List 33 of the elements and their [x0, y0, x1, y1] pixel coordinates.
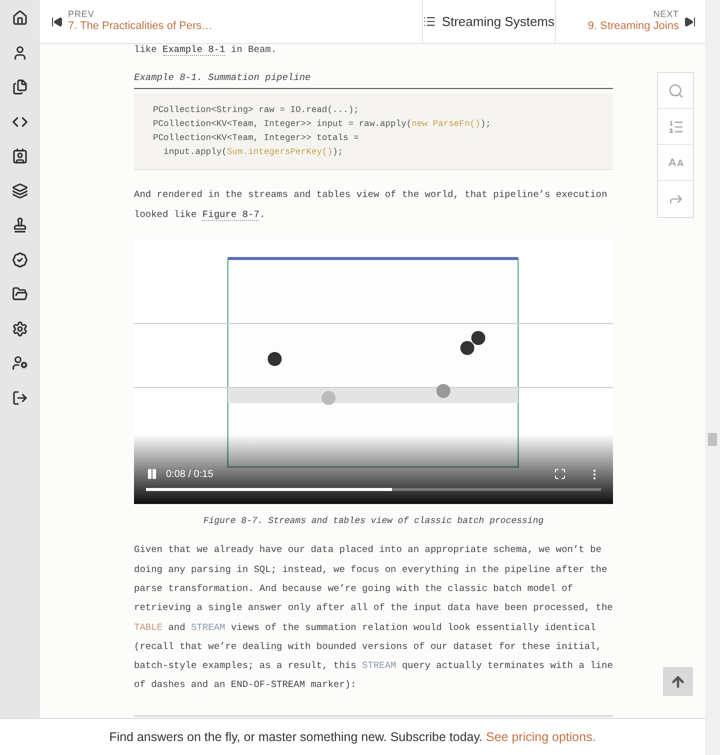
fullscreen-icon[interactable] — [554, 468, 566, 480]
video-time: 0:08 / 0:15 — [166, 468, 214, 482]
user-gear-icon[interactable] — [12, 355, 28, 371]
pricing-link[interactable]: See pricing options. — [486, 730, 596, 744]
link[interactable]: Example 8-1 — [162, 44, 226, 56]
example-caption: Example 8-1. Summation pipeline — [134, 71, 613, 90]
paragraph: And rendered in the streams and tables view of the world, that pipeline’s execution looked like Figure 8-7. — [134, 188, 608, 223]
settings-icon[interactable] — [12, 320, 28, 336]
prev-chapter-link[interactable]: PREV 7. The Practicalities of Pers… — [40, 0, 423, 43]
back-to-top-button[interactable] — [663, 667, 693, 696]
home-icon[interactable] — [12, 10, 28, 26]
logout-icon[interactable] — [12, 390, 28, 406]
progress-track[interactable] — [146, 488, 601, 491]
badge-check-icon[interactable] — [12, 252, 28, 268]
user-icon[interactable] — [12, 44, 28, 60]
folder-icon[interactable] — [12, 286, 28, 302]
paragraph: Given that we already have our data placed into an appropriate schema, we won’t be doing any parsing in SQL; instead, we focus on everything in the pipeline after the parse transformation. And because we’re going with the classic batch model of retrieving a single answer only after all of the input data have been processed, the TABLE and STREAM views of the summation relation would look essentially identical (recall that we’re dealing with bounded versions of our dataset for these initial, batch-style examples; as a result, this STREAM query actually terminates with a line of dashes and an END-OF-STREAM marker): — [134, 543, 613, 692]
scrollbar[interactable] — [705, 0, 720, 755]
book-title: Streaming Systems — [442, 12, 555, 31]
figure-caption: Figure 8-7. Streams and tables view of classic batch processing — [202, 514, 545, 528]
files-icon[interactable] — [12, 79, 28, 95]
layers-icon[interactable] — [12, 182, 28, 198]
skip-back-icon — [51, 16, 63, 28]
stamp-icon[interactable] — [12, 217, 28, 233]
id-card-icon[interactable] — [12, 148, 28, 164]
video-player[interactable]: 0:08 / 0:15 — [134, 238, 613, 504]
banner-text: Find answers on the fly, or master something new. Subscribe today. See pricing options. — [109, 728, 596, 746]
code-block: PCollection<String> raw = IO.read(...); PCollection<KV<Team, Integer>> input = raw.apply(new ParseFn()); PCollection<KV<Team, Integer>> totals = input.apply(Sum.integersPerKey()); — [134, 93, 613, 170]
paragraph: like Example 8-1 in Beam. — [134, 43, 278, 58]
pause-icon[interactable] — [146, 468, 158, 480]
skip-forward-icon — [684, 16, 696, 28]
contents-icon[interactable] — [422, 15, 436, 28]
link[interactable]: Figure 8-7 — [202, 208, 260, 221]
